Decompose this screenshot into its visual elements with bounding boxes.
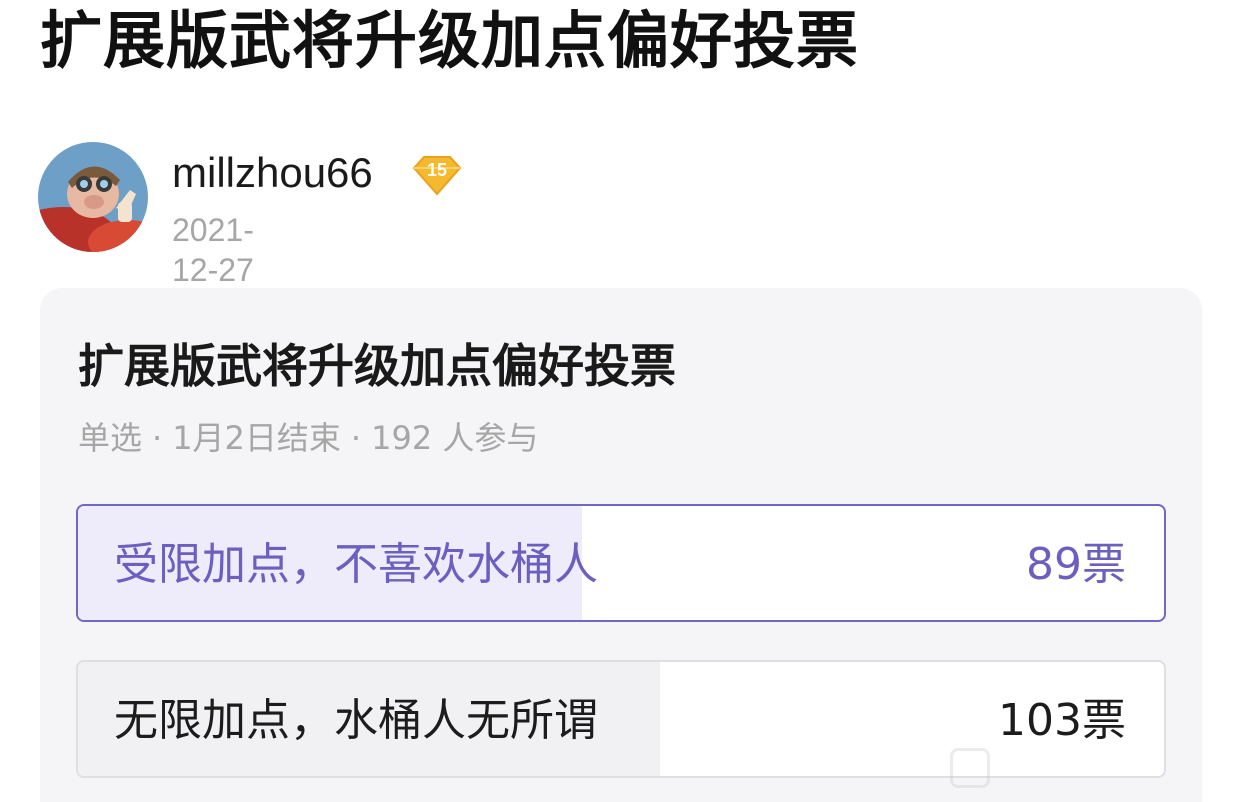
poll-participants: 192 人参与 [371,419,539,457]
pilot-pig-avatar-icon [38,142,148,252]
post-title: 扩展版武将升级加点偏好投票 [40,4,860,77]
author-name[interactable]: millzhou66 [172,148,373,198]
option-label: 无限加点，水桶人无所谓 [114,695,598,746]
separator-dot: · [350,419,362,457]
level-number: 15 [426,160,448,180]
post-date: 2021-12-27 [172,212,254,288]
avatar[interactable] [38,142,148,252]
option-label: 受限加点，不喜欢水桶人 [114,539,598,590]
poll-end-date: 1月2日结束 [172,419,341,457]
option-votes: 103票 [998,695,1126,746]
level-badge: 15 [408,154,466,198]
poll-option[interactable]: 受限加点，不喜欢水桶人 89票 [76,504,1166,622]
separator-dot: · [152,419,163,457]
poll-option[interactable]: 无限加点，水桶人无所谓 103票 [76,660,1166,778]
poll-title: 扩展版武将升级加点偏好投票 [78,339,676,393]
post-page: 扩展版武将升级加点偏好投票 millzhou66 15 2021-12-27 扩… [0,0,1242,802]
option-votes: 89票 [1026,539,1126,590]
poll-type: 单选 [78,419,143,457]
poll-card: 扩展版武将升级加点偏好投票 单选 · 1月2日结束 · 192 人参与 受限加点，不喜欢… [40,288,1202,802]
poll-meta: 单选 · 1月2日结束 · 192 人参与 [78,416,538,460]
watermark-logo-icon [950,748,990,788]
